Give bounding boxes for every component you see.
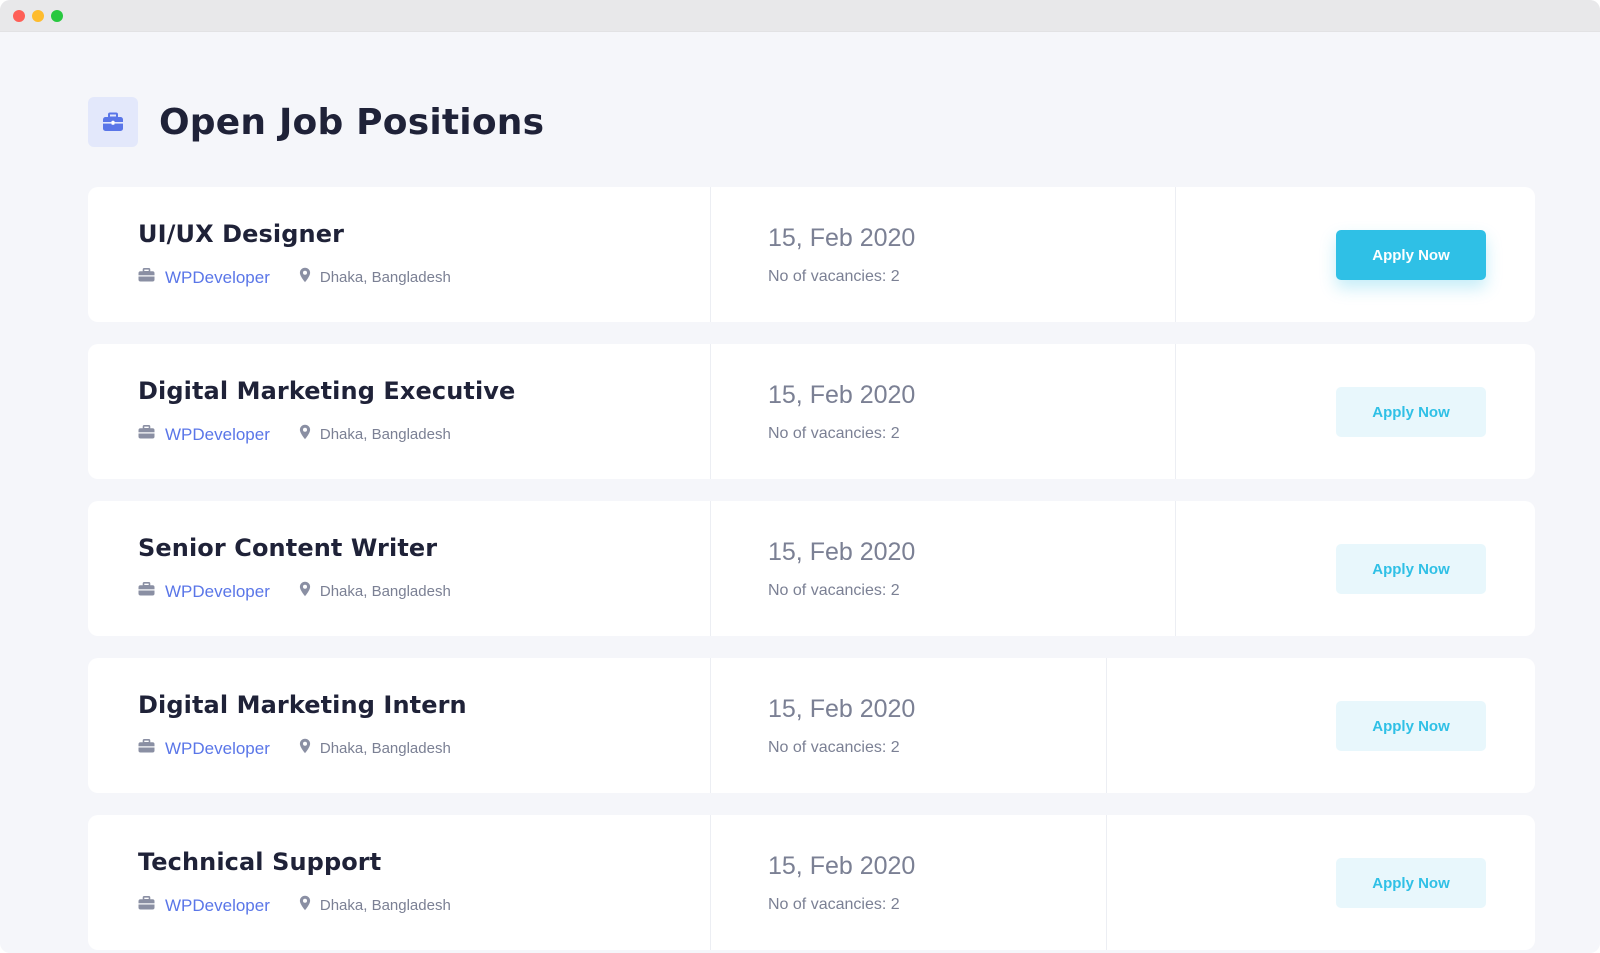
- job-list: UI/UX Designer WPDeveloper Dhaka, Bangla…: [88, 187, 1535, 953]
- job-card: Technical Support WPDeveloper Dhaka, Ban…: [88, 815, 1535, 950]
- location-info: Dhaka, Bangladesh: [299, 424, 451, 445]
- apply-now-button[interactable]: Apply Now: [1336, 544, 1486, 594]
- job-meta: WPDeveloper Dhaka, Bangladesh: [138, 738, 451, 759]
- apply-now-button[interactable]: Apply Now: [1336, 387, 1486, 437]
- company-info: WPDeveloper: [138, 425, 270, 445]
- column-divider: [1106, 815, 1107, 950]
- posted-date: 15, Feb 2020: [768, 381, 916, 409]
- column-divider: [1175, 344, 1176, 479]
- job-title: UI/UX Designer: [138, 220, 345, 248]
- apply-now-button[interactable]: Apply Now: [1336, 701, 1486, 751]
- company-info: WPDeveloper: [138, 268, 270, 288]
- briefcase-icon: [138, 582, 155, 601]
- company-link[interactable]: WPDeveloper: [165, 896, 270, 916]
- briefcase-icon: [138, 425, 155, 444]
- vacancies-count: No of vacancies: 2: [768, 425, 900, 442]
- map-pin-icon: [299, 424, 311, 445]
- location-text: Dhaka, Bangladesh: [319, 740, 451, 757]
- maximize-window-button[interactable]: [51, 9, 63, 22]
- apply-now-button[interactable]: Apply Now: [1336, 230, 1486, 280]
- job-meta: WPDeveloper Dhaka, Bangladesh: [138, 424, 451, 445]
- page-title: Open Job Positions: [159, 101, 545, 143]
- map-pin-icon: [299, 267, 311, 288]
- column-divider: [1175, 187, 1176, 322]
- job-title: Digital Marketing Intern: [138, 691, 467, 719]
- briefcase-icon: [138, 268, 155, 287]
- job-meta: WPDeveloper Dhaka, Bangladesh: [138, 895, 451, 916]
- map-pin-icon: [299, 581, 311, 602]
- job-title: Technical Support: [138, 848, 382, 876]
- window-titlebar: [0, 0, 1600, 32]
- page-header: Open Job Positions: [88, 97, 544, 147]
- vacancies-count: No of vacancies: 2: [768, 739, 900, 756]
- company-link[interactable]: WPDeveloper: [165, 268, 270, 288]
- apply-now-button[interactable]: Apply Now: [1336, 858, 1486, 908]
- location-info: Dhaka, Bangladesh: [299, 267, 451, 288]
- job-card: Digital Marketing Executive WPDeveloper: [88, 344, 1535, 479]
- location-info: Dhaka, Bangladesh: [299, 581, 451, 602]
- close-window-button[interactable]: [13, 9, 25, 22]
- job-meta: WPDeveloper Dhaka, Bangladesh: [138, 267, 451, 288]
- location-text: Dhaka, Bangladesh: [319, 426, 451, 443]
- company-info: WPDeveloper: [138, 896, 270, 916]
- map-pin-icon: [299, 738, 311, 759]
- briefcase-icon: [88, 97, 138, 147]
- job-title: Senior Content Writer: [138, 534, 438, 562]
- vacancies-count: No of vacancies: 2: [768, 896, 900, 913]
- briefcase-icon: [138, 896, 155, 915]
- posted-date: 15, Feb 2020: [768, 224, 916, 252]
- job-card: Senior Content Writer WPDeveloper Dhaka,…: [88, 501, 1535, 636]
- map-pin-icon: [299, 895, 311, 916]
- column-divider: [710, 187, 711, 322]
- browser-window: Open Job Positions UI/UX Designer WPDeve…: [0, 0, 1600, 953]
- column-divider: [1106, 658, 1107, 793]
- briefcase-icon: [138, 739, 155, 758]
- posted-date: 15, Feb 2020: [768, 852, 916, 880]
- posted-date: 15, Feb 2020: [768, 538, 916, 566]
- job-card: Digital Marketing Intern WPDeveloper Dha…: [88, 658, 1535, 793]
- company-link[interactable]: WPDeveloper: [165, 582, 270, 602]
- vacancies-count: No of vacancies: 2: [768, 268, 900, 285]
- job-meta: WPDeveloper Dhaka, Bangladesh: [138, 581, 451, 602]
- location-text: Dhaka, Bangladesh: [319, 897, 451, 914]
- location-text: Dhaka, Bangladesh: [319, 269, 451, 286]
- column-divider: [1175, 501, 1176, 636]
- posted-date: 15, Feb 2020: [768, 695, 916, 723]
- minimize-window-button[interactable]: [32, 9, 44, 22]
- company-link[interactable]: WPDeveloper: [165, 739, 270, 759]
- vacancies-count: No of vacancies: 2: [768, 582, 900, 599]
- column-divider: [710, 815, 711, 950]
- location-text: Dhaka, Bangladesh: [319, 583, 451, 600]
- job-card: UI/UX Designer WPDeveloper Dhaka, Bangla…: [88, 187, 1535, 322]
- company-info: WPDeveloper: [138, 739, 270, 759]
- column-divider: [710, 658, 711, 793]
- column-divider: [710, 344, 711, 479]
- company-info: WPDeveloper: [138, 582, 270, 602]
- company-link[interactable]: WPDeveloper: [165, 425, 270, 445]
- location-info: Dhaka, Bangladesh: [299, 895, 451, 916]
- column-divider: [710, 501, 711, 636]
- location-info: Dhaka, Bangladesh: [299, 738, 451, 759]
- job-title: Digital Marketing Executive: [138, 377, 516, 405]
